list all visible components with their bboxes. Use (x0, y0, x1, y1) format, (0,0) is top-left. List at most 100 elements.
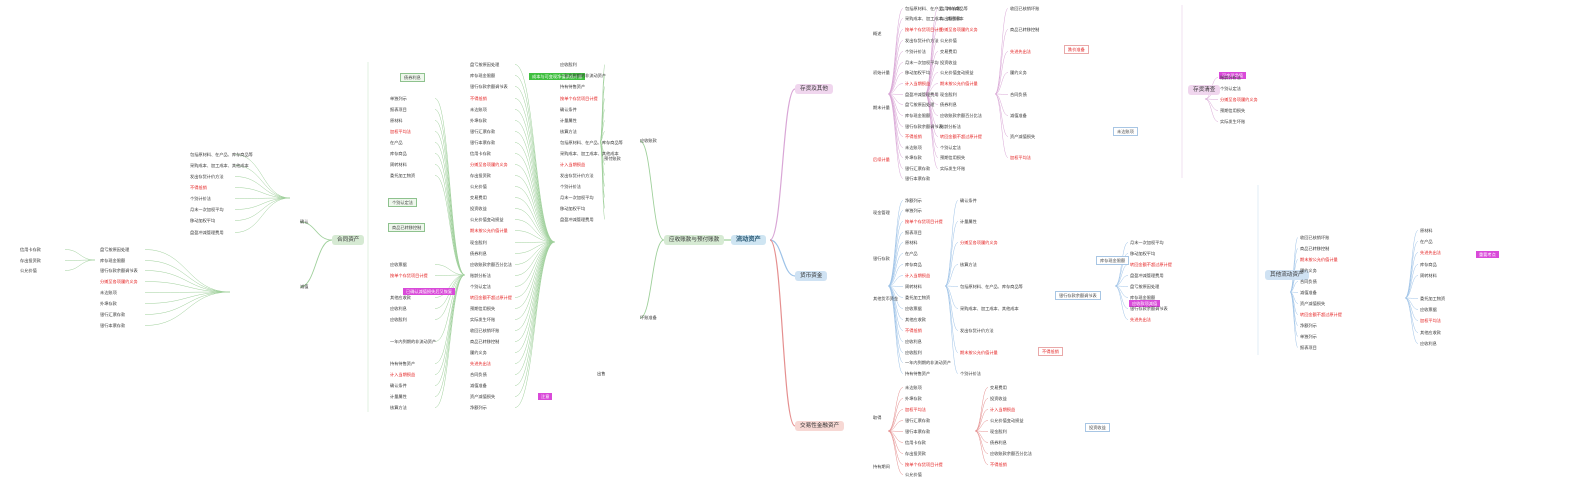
leaf-text[interactable]: 盘亏按原因处理 (1130, 284, 1159, 289)
leaf-text[interactable]: 交易费用 (990, 385, 1007, 390)
leaf-text[interactable]: 委托加工物资 (390, 173, 415, 178)
leaf-text[interactable]: 银行汇票存款 (905, 166, 930, 171)
leaf-text[interactable]: 个别认定法 (470, 284, 491, 289)
main-topic-inventory[interactable]: 存货及其他 (795, 84, 833, 94)
leaf-text[interactable]: 个别计价法 (190, 196, 211, 201)
leaf-text[interactable]: 应收利息 (1420, 341, 1437, 346)
leaf-text[interactable]: 分摊至各项履约义务 (940, 27, 978, 32)
leaf-text[interactable]: 持有待售资产 (390, 361, 415, 366)
leaf-text[interactable]: 核算方法 (960, 262, 977, 267)
leaf-text[interactable]: 先进先出法 (1420, 250, 1441, 255)
leaf-text[interactable]: 报表项目 (905, 230, 922, 235)
callout-box[interactable]: 银行存款余额调节表 (1055, 291, 1101, 300)
leaf-text[interactable]: 现金股利 (470, 240, 487, 245)
leaf-text[interactable]: 核算方法 (560, 129, 577, 134)
leaf-text[interactable]: 盘亏按原因处理 (100, 247, 129, 252)
leaf-text[interactable]: 库存现金限额 (470, 73, 495, 78)
sub-topic[interactable]: 坏账准备 (640, 315, 657, 320)
leaf-text[interactable]: 减值准备 (470, 383, 487, 388)
leaf-text[interactable]: 计量属性 (560, 118, 577, 123)
leaf-text[interactable]: 应收股利 (560, 62, 577, 67)
leaf-text[interactable]: 外埠存款 (905, 396, 922, 401)
leaf-text[interactable]: 预期信用损失 (940, 155, 965, 160)
leaf-text[interactable]: 按单个存货项目计提 (905, 462, 943, 467)
leaf-text[interactable]: 公允价值变动损益 (470, 217, 504, 222)
leaf-text[interactable]: 转回金额不超过原计提 (1300, 312, 1342, 317)
leaf-text[interactable]: 实际发生坏账 (940, 166, 965, 171)
leaf-text[interactable]: 包括原材料、在产品、库存商品等 (190, 152, 253, 157)
leaf-text[interactable]: 在产品 (905, 251, 918, 256)
leaf-text[interactable]: 采购成本、加工成本、其他成本 (190, 163, 249, 168)
leaf-text[interactable]: 应收票据 (390, 262, 407, 267)
leaf-text[interactable]: 存出投资款 (470, 173, 491, 178)
sub-topic[interactable]: 期末计量 (873, 105, 890, 110)
leaf-text[interactable]: 银行存款余额调节表 (905, 124, 943, 129)
leaf-text[interactable]: 库存商品 (1420, 262, 1437, 267)
leaf-text[interactable]: 持有待售资产 (905, 371, 930, 376)
leaf-text[interactable]: 库存商品 (905, 262, 922, 267)
leaf-text[interactable]: 减值准备 (1010, 113, 1027, 118)
leaf-text[interactable]: 盘亏按原因处理 (905, 102, 934, 107)
leaf-text[interactable]: 移动加权平均 (560, 206, 585, 211)
leaf-text[interactable]: 存出投资款 (905, 451, 926, 456)
leaf-text[interactable]: 银行汇票存款 (100, 312, 125, 317)
leaf-text[interactable]: 原材料 (905, 240, 918, 245)
root-topic[interactable]: 流动资产 (731, 235, 766, 245)
leaf-text[interactable]: 银行存款余额调节表 (470, 84, 508, 89)
leaf-text[interactable]: 信用卡存款 (470, 151, 491, 156)
leaf-text[interactable]: 外埠存款 (905, 155, 922, 160)
leaf-text[interactable]: 信用卡存款 (905, 440, 926, 445)
leaf-text[interactable]: 银行本票存款 (905, 176, 930, 181)
leaf-text[interactable]: 盘盈冲减管理费用 (190, 230, 224, 235)
callout-box[interactable]: 投资收益 (1085, 423, 1110, 432)
leaf-text[interactable]: 净额列示 (470, 405, 487, 410)
leaf-text[interactable]: 库存商品 (390, 151, 407, 156)
leaf-text[interactable]: 交易费用 (470, 195, 487, 200)
leaf-text[interactable]: 合同负债 (1300, 279, 1317, 284)
leaf-text[interactable]: 移动加权平均 (190, 218, 215, 223)
leaf-text[interactable]: 委托加工物资 (1420, 296, 1445, 301)
leaf-text[interactable]: 计入当期损益 (905, 273, 930, 278)
leaf-text[interactable]: 应收股利 (905, 350, 922, 355)
leaf-text[interactable]: 公允价值 (905, 472, 922, 477)
leaf-text[interactable]: 履约义务 (1010, 70, 1027, 75)
sub-topic[interactable]: 减值 (300, 284, 308, 289)
leaf-text[interactable]: 公允价值变动损益 (990, 418, 1024, 423)
leaf-text[interactable]: 加权平均法 (390, 129, 411, 134)
highlight-tag[interactable]: 注意 (538, 393, 553, 400)
leaf-text[interactable]: 在产品 (390, 140, 403, 145)
leaf-text[interactable]: 转回金额不超过原计提 (1130, 262, 1172, 267)
sub-topic[interactable]: 现金管理 (873, 210, 890, 215)
leaf-text[interactable]: 原材料 (390, 118, 403, 123)
leaf-text[interactable]: 报表项目 (1300, 345, 1317, 350)
main-topic-contract-assets[interactable]: 合同资产 (332, 235, 365, 245)
leaf-text[interactable]: 包括原材料、在产品、库存商品等 (960, 284, 1023, 289)
leaf-text[interactable]: 采购成本、加工成本、其他成本 (960, 306, 1019, 311)
leaf-text[interactable]: 外埠存款 (100, 301, 117, 306)
sub-topic[interactable]: 应收账款 (640, 138, 657, 143)
leaf-text[interactable]: 采购成本、加工成本、其他成本 (560, 151, 619, 156)
leaf-text[interactable]: 投资收益 (940, 60, 957, 65)
leaf-text[interactable]: 分摊至各项履约义务 (960, 240, 998, 245)
leaf-text[interactable]: 先进先出法 (470, 361, 491, 366)
leaf-text[interactable]: 履约义务 (1300, 268, 1317, 273)
leaf-text[interactable]: 盘亏按原因处理 (470, 62, 499, 67)
leaf-text[interactable]: 包括原材料、在产品、库存商品等 (560, 140, 623, 145)
leaf-text[interactable]: 委托加工物资 (905, 295, 930, 300)
leaf-text[interactable]: 一年内到期的非流动资产 (560, 73, 606, 78)
leaf-text[interactable]: 其他应收款 (1420, 330, 1441, 335)
sub-topic[interactable]: 取得 (873, 415, 881, 420)
leaf-text[interactable]: 账龄分析法 (1220, 75, 1241, 80)
leaf-text[interactable]: 个别计价法 (960, 371, 981, 376)
leaf-text[interactable]: 应收票据 (1420, 307, 1437, 312)
leaf-text[interactable]: 月末一次加权平均 (560, 195, 594, 200)
sub-topic[interactable]: 预付账款 (604, 156, 621, 161)
leaf-text[interactable]: 盘盈冲减管理费用 (1130, 273, 1164, 278)
callout-box[interactable]: 债券利息 (400, 73, 425, 82)
leaf-text[interactable]: 分摊至各项履约义务 (470, 162, 508, 167)
leaf-text[interactable]: 银行本票存款 (470, 140, 495, 145)
leaf-text[interactable]: 资产减值损失 (1300, 301, 1325, 306)
leaf-text[interactable]: 净额列示 (1300, 323, 1317, 328)
leaf-text[interactable]: 周转材料 (390, 162, 407, 167)
leaf-text[interactable]: 月末一次加权平均 (190, 207, 224, 212)
